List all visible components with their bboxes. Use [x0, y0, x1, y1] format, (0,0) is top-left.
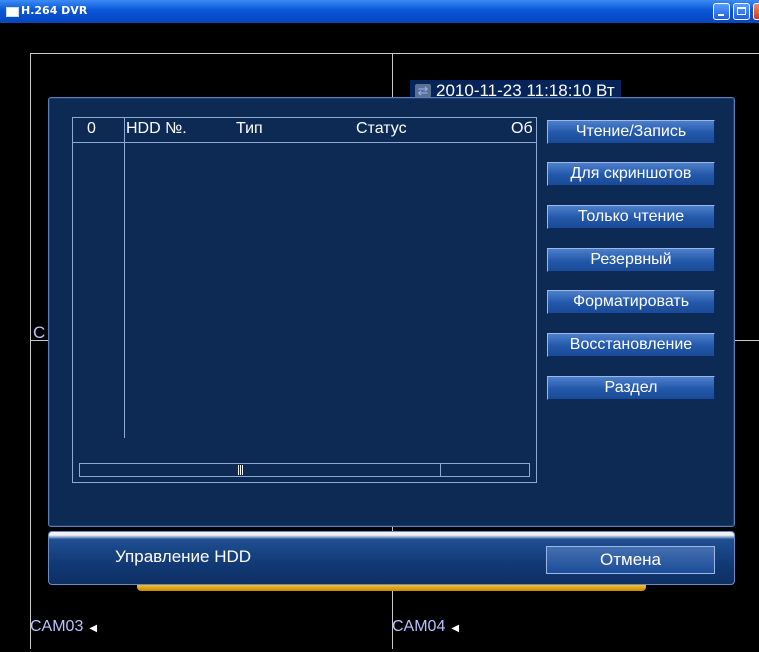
minimize-button[interactable]: [713, 3, 730, 20]
close-icon: ✕: [754, 4, 759, 19]
hdd-management-dialog: 0 HDD №. Тип Статус Об Чтение/Запись Для…: [48, 97, 735, 527]
scrollbar-thumb[interactable]: [80, 464, 441, 476]
grid-line-top: [30, 53, 759, 54]
cam03-text: CAM03: [30, 618, 84, 635]
bottom-bar: Управление HDD Отмена: [48, 531, 735, 585]
read-write-button[interactable]: Чтение/Запись: [547, 120, 715, 144]
column-header-hdd-number[interactable]: HDD №.: [126, 120, 187, 138]
snapshot-button[interactable]: Для скриншотов: [547, 162, 715, 186]
partition-button[interactable]: Раздел: [547, 376, 715, 400]
column-header-capacity[interactable]: Об: [511, 120, 533, 138]
speaker-icon: ◀: [89, 623, 98, 634]
maximize-icon: [737, 7, 746, 15]
column-header-status[interactable]: Статус: [356, 120, 407, 138]
camera-label-partial: C: [33, 323, 46, 342]
cam04-text: CAM04: [392, 618, 446, 635]
column-separator: [124, 118, 125, 438]
column-header-index[interactable]: 0: [87, 120, 96, 138]
recover-button[interactable]: Восстановление: [547, 333, 715, 357]
maximize-button[interactable]: [733, 3, 750, 20]
speaker-icon: ◀: [451, 623, 460, 634]
grid-line-left: [30, 53, 31, 649]
title-bar: H.264 DVR ✕: [0, 0, 759, 23]
camera-label-cam04: CAM04 ◀: [392, 618, 459, 636]
hdd-table: 0 HDD №. Тип Статус Об: [72, 117, 537, 483]
column-header-type[interactable]: Тип: [236, 120, 263, 138]
format-button[interactable]: Форматировать: [547, 290, 715, 314]
app-icon: [6, 7, 19, 17]
accent-strip: [137, 585, 646, 591]
redundant-button[interactable]: Резервный: [547, 248, 715, 272]
refresh-icon: ⇄: [415, 84, 431, 98]
window-title: H.264 DVR: [21, 4, 88, 17]
horizontal-scrollbar[interactable]: [79, 463, 530, 477]
cancel-button[interactable]: Отмена: [546, 546, 715, 574]
minimize-icon: [718, 14, 724, 16]
table-header: 0 HDD №. Тип Статус Об: [73, 118, 536, 143]
dialog-title: Управление HDD: [115, 547, 252, 566]
grip-icon: [238, 465, 244, 475]
camera-label-cam03: CAM03 ◀: [30, 618, 97, 636]
read-only-button[interactable]: Только чтение: [547, 205, 715, 229]
close-button[interactable]: ✕: [753, 3, 759, 20]
